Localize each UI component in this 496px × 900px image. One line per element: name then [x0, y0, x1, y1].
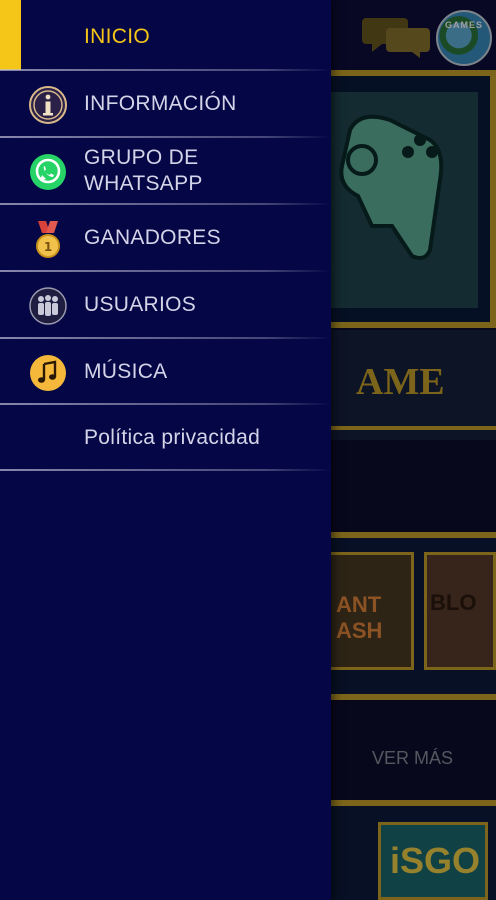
menu-item-informacion[interactable]: INFORMACIÓN — [0, 71, 331, 137]
menu-divider — [0, 469, 331, 471]
menu-item-inicio[interactable]: INICIO — [0, 4, 331, 70]
menu-item-label: GANADORES — [84, 226, 221, 249]
music-icon — [30, 355, 66, 391]
menu-item-label: USUARIOS — [84, 293, 197, 316]
svg-text:1: 1 — [44, 240, 52, 254]
medal-icon: 1 — [36, 221, 60, 258]
menu-item-musica[interactable]: MÚSICA — [0, 339, 331, 405]
menu-item-politica-privacidad[interactable]: Política privacidad — [0, 405, 331, 471]
menu-item-label: MÚSICA — [84, 360, 168, 383]
whatsapp-icon — [30, 154, 66, 190]
menu-item-label: Política privacidad — [84, 426, 261, 449]
menu-item-usuarios[interactable]: USUARIOS — [0, 272, 331, 338]
users-icon — [29, 287, 67, 325]
menu-item-label: INFORMACIÓN — [84, 92, 237, 115]
menu-item-label: INICIO — [84, 25, 150, 48]
navigation-drawer: INICIO INFORMACIÓN GRUPO DE WHATSAPP 1 G… — [0, 0, 331, 900]
menu-item-label: GRUPO DE WHATSAPP — [84, 146, 203, 195]
menu-item-whatsapp[interactable]: GRUPO DE WHATSAPP — [0, 138, 331, 204]
menu-item-ganadores[interactable]: 1 GANADORES — [0, 205, 331, 271]
info-icon — [29, 86, 67, 124]
